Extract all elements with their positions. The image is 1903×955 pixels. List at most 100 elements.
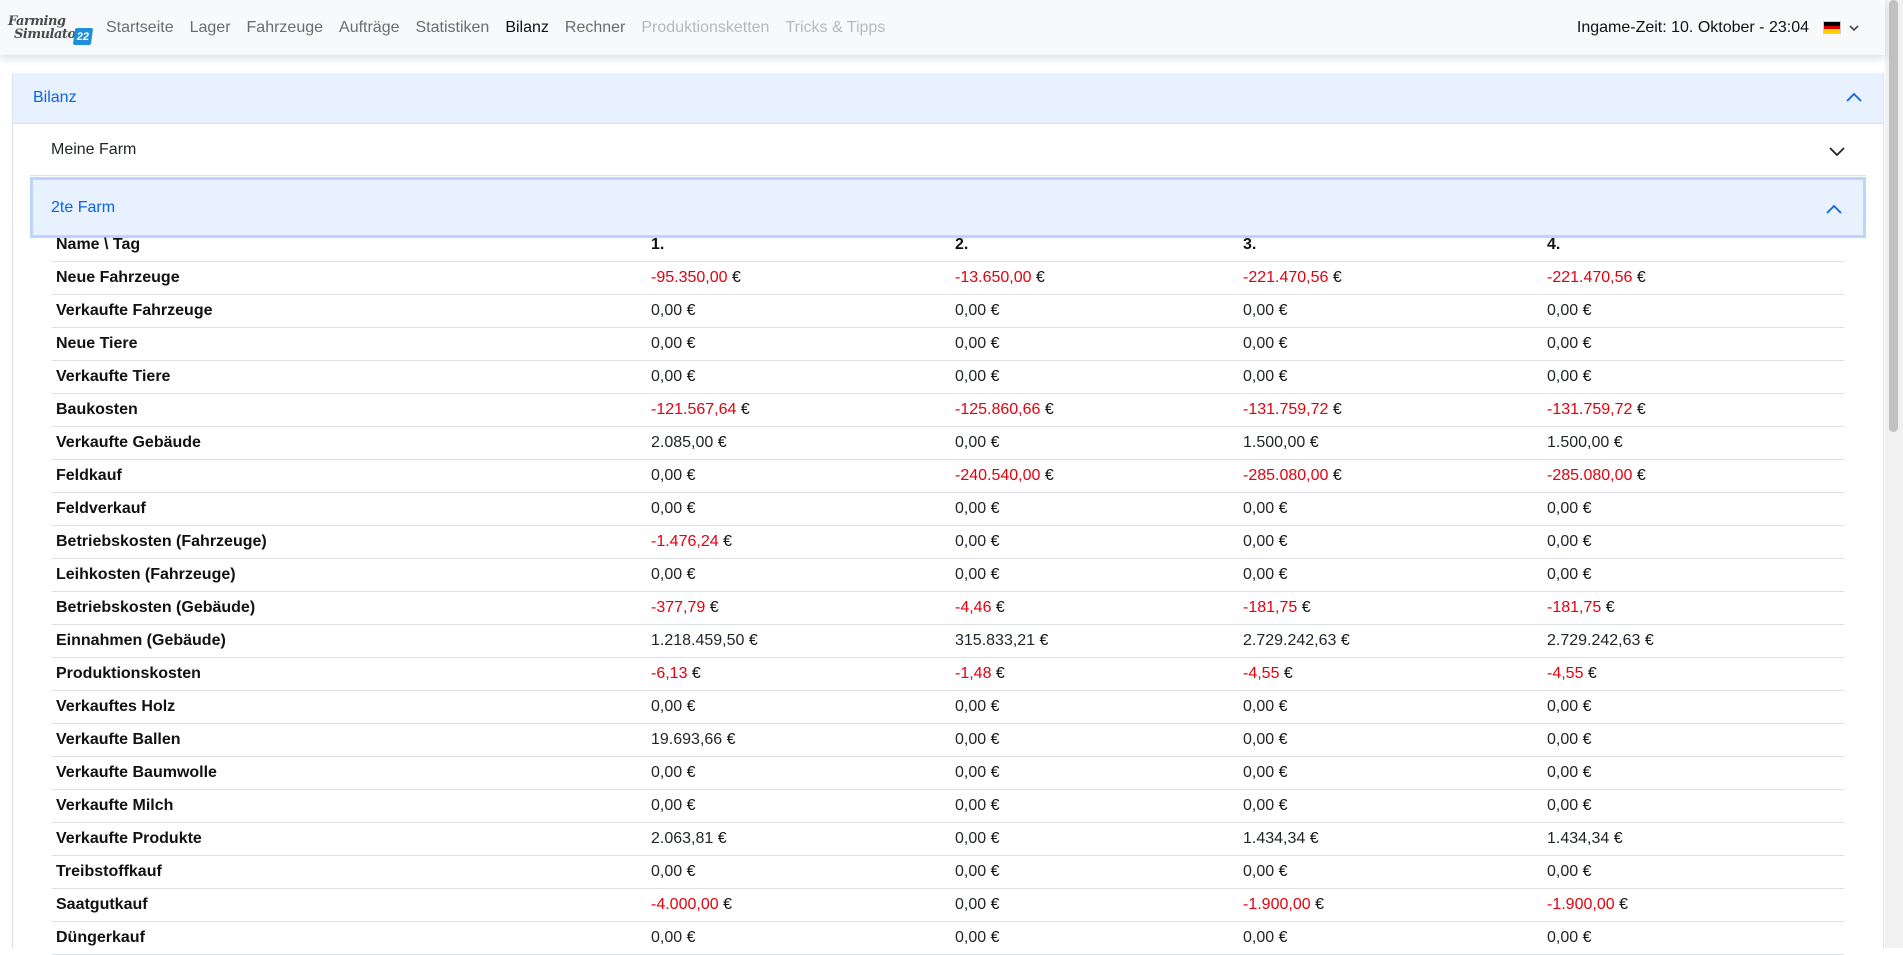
column-header: 2. <box>951 229 1239 262</box>
currency-symbol: € <box>723 896 732 913</box>
cell-value: -131.759,72 <box>1547 401 1633 418</box>
bilanz-accordion-header[interactable]: Bilanz <box>13 73 1883 124</box>
nav-link-aufträge[interactable]: Aufträge <box>339 19 399 37</box>
farming-simulator-logo[interactable]: Farming Simulator 22 <box>8 7 94 49</box>
cell-value: 0,00 <box>1243 929 1275 946</box>
page-scrollbar[interactable] <box>1885 0 1903 948</box>
table-cell: 1.500,00 € <box>1239 426 1543 460</box>
nav-link-lager[interactable]: Lager <box>190 19 231 37</box>
cell-value: 1.500,00 <box>1547 434 1610 451</box>
cell-value: -131.759,72 <box>1243 401 1329 418</box>
cell-value: 0,00 <box>955 797 987 814</box>
currency-symbol: € <box>990 731 1000 748</box>
currency-symbol: € <box>1278 566 1288 583</box>
currency-symbol: € <box>1035 269 1045 286</box>
currency-symbol: € <box>1582 566 1592 583</box>
nav-link-startseite[interactable]: Startseite <box>106 19 174 37</box>
table-cell: 0,00 € <box>1239 294 1543 328</box>
currency-symbol: € <box>1582 797 1592 814</box>
cell-value: 0,00 <box>1547 863 1579 880</box>
cell-value: 0,00 <box>1243 731 1275 748</box>
cell-value: 0,00 <box>651 566 683 583</box>
table-row: Verkaufte Gebäude 2.085,00 €0,00 €1.500,0… <box>52 426 1844 460</box>
table-row: Düngerkauf 0,00 €0,00 €0,00 €0,00 € <box>52 921 1844 955</box>
currency-symbol: € <box>1582 335 1592 352</box>
table-cell: 2.085,00 € <box>647 426 951 460</box>
currency-symbol: € <box>1582 863 1592 880</box>
currency-symbol: € <box>1278 698 1288 715</box>
cell-value: 0,00 <box>1547 764 1579 781</box>
table-cell: 0,00 € <box>951 921 1239 955</box>
row-name: Verkaufte Tiere <box>52 360 647 394</box>
cell-value: 0,00 <box>955 929 987 946</box>
table-row: Baukosten -121.567,64 € -125.860,66 € -131.… <box>52 393 1844 427</box>
table-cell: 2.729.242,63 € <box>1543 624 1844 658</box>
currency-symbol: € <box>686 566 696 583</box>
table-cell: 0,00 € <box>1543 294 1844 328</box>
currency-symbol: € <box>1636 269 1646 286</box>
currency-symbol: € <box>1283 665 1293 682</box>
table-cell: -4,55 € <box>1543 657 1844 691</box>
currency-symbol: € <box>686 698 696 715</box>
row-name: Baukosten <box>52 393 647 427</box>
nav-links: Startseite Lager Fahrzeuge Aufträge Statisti… <box>106 19 901 37</box>
cell-value: 0,00 <box>955 830 987 847</box>
cell-value: 0,00 <box>1243 335 1275 352</box>
table-cell: 0,00 € <box>647 789 951 823</box>
row-name: Feldverkauf <box>52 492 647 526</box>
table-row: Verkaufte Fahrzeuge 0,00 €0,00 €0,00 €0,0… <box>52 294 1844 328</box>
currency-symbol: € <box>1582 731 1592 748</box>
table-cell: 0,00 € <box>647 756 951 790</box>
cell-value: -4,55 <box>1547 665 1584 682</box>
cell-value: -181,75 <box>1547 599 1602 616</box>
table-cell: -1,48 € <box>951 657 1239 691</box>
table-cell: 0,00 € <box>1543 921 1844 955</box>
bilanz-table: Name \ Tag 1. 2. 3. 4. Neue Fahrzeuge -95… <box>52 229 1844 955</box>
cell-value: -1,48 <box>955 665 992 682</box>
currency-symbol: € <box>686 863 696 880</box>
currency-symbol: € <box>990 533 1000 550</box>
table-cell: 2.063,81 € <box>647 822 951 856</box>
cell-value: -1.476,24 <box>651 533 719 550</box>
cell-value: 0,00 <box>1243 566 1275 583</box>
row-name: Verkaufte Gebäude <box>52 426 647 460</box>
nav-link-fahrzeuge[interactable]: Fahrzeuge <box>247 19 324 37</box>
currency-symbol: € <box>686 929 696 946</box>
cell-value: 1.434,34 <box>1547 830 1610 847</box>
cell-value: 0,00 <box>955 566 987 583</box>
currency-symbol: € <box>717 434 727 451</box>
nav-link-statistiken[interactable]: Statistiken <box>416 19 490 37</box>
currency-symbol: € <box>990 797 1000 814</box>
currency-symbol: € <box>1044 401 1054 418</box>
row-name: Verkaufte Ballen <box>52 723 647 757</box>
cell-value: 1.434,34 <box>1243 830 1306 847</box>
table-cell: 0,00 € <box>951 426 1239 460</box>
de-flag-icon[interactable] <box>1823 21 1841 34</box>
cell-value: -4.000,00 <box>651 896 719 913</box>
row-name: Verkaufte Fahrzeuge <box>52 294 647 328</box>
table-cell: -1.476,24 € <box>647 525 951 559</box>
table-cell: 0,00 € <box>1543 558 1844 592</box>
cell-value: 0,00 <box>955 863 987 880</box>
cell-value: 2.729.242,63 <box>1243 632 1337 649</box>
currency-symbol: € <box>1332 401 1342 418</box>
nav-link-rechner[interactable]: Rechner <box>565 19 625 37</box>
currency-symbol: € <box>717 830 727 847</box>
cell-value: -181,75 <box>1243 599 1298 616</box>
table-cell: 0,00 € <box>951 756 1239 790</box>
nav-link-bilanz[interactable]: Bilanz <box>505 19 549 37</box>
scrollbar-thumb[interactable] <box>1889 0 1898 432</box>
table-cell: 0,00 € <box>1239 558 1543 592</box>
chevron-down-icon[interactable] <box>1849 23 1859 33</box>
farm-accordion-item-meine-farm[interactable]: Meine Farm <box>30 125 1866 176</box>
currency-symbol: € <box>1582 302 1592 319</box>
currency-symbol: € <box>726 731 736 748</box>
cell-value: 0,00 <box>1547 335 1579 352</box>
cell-value: -221.470,56 <box>1547 269 1633 286</box>
currency-symbol: € <box>1278 797 1288 814</box>
table-row: Verkaufte Baumwolle 0,00 €0,00 €0,00 €0,0… <box>52 756 1844 790</box>
row-name: Verkauftes Holz <box>52 690 647 724</box>
table-cell: -4.000,00 € <box>647 888 951 922</box>
cell-value: 0,00 <box>955 335 987 352</box>
farm-label-2te-farm: 2te Farm <box>51 198 116 216</box>
